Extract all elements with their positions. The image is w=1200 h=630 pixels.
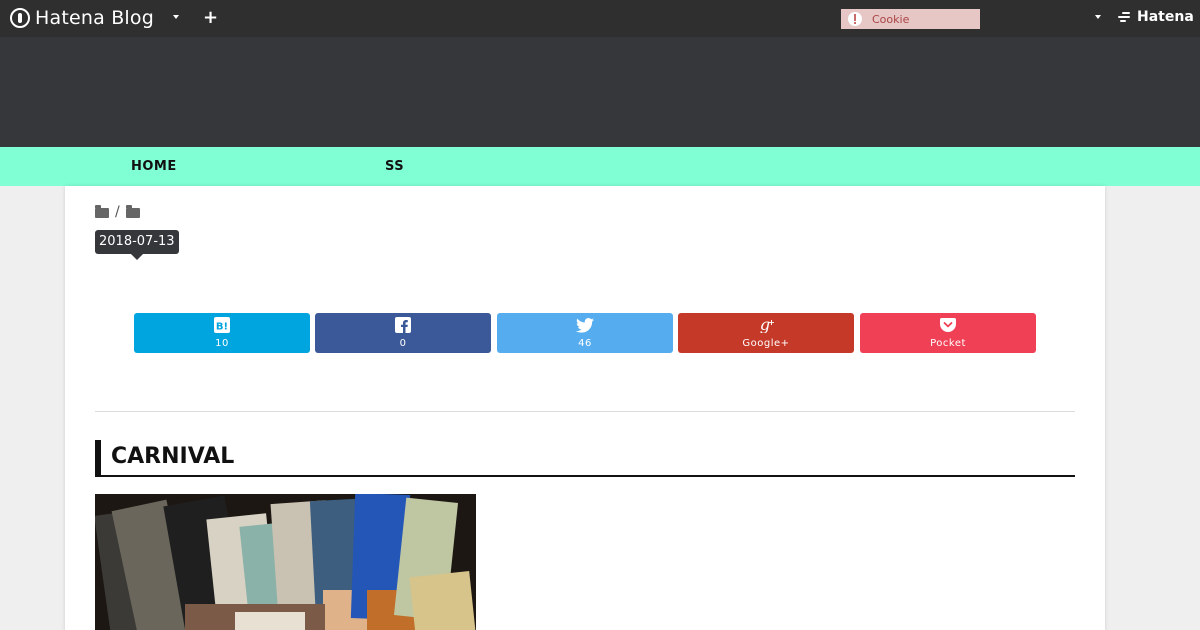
- hatena-bookmark-icon: B!: [134, 316, 310, 334]
- blog-menu-chevron-down-icon[interactable]: [173, 15, 179, 19]
- share-button-twitter[interactable]: 46: [497, 313, 673, 353]
- plus-icon[interactable]: +: [203, 5, 218, 31]
- share-button-pocket[interactable]: Pocket: [860, 313, 1036, 353]
- entry-card: / 2018-07-13 B! 10 0 46 g + Google+ Pocke…: [65, 186, 1105, 630]
- share-count: 0: [399, 338, 407, 349]
- hatena-icon: [1118, 11, 1134, 23]
- share-label: Pocket: [930, 338, 966, 349]
- share-button-hatena-bookmark[interactable]: B! 10: [134, 313, 310, 353]
- user-menu-chevron-down-icon[interactable]: [1095, 15, 1101, 19]
- nav-item-ss[interactable]: SS: [385, 159, 404, 174]
- category-breadcrumb: /: [95, 204, 140, 220]
- pocket-icon: [860, 316, 1036, 334]
- divider: [95, 411, 1075, 412]
- share-button-google-plus[interactable]: g + Google+: [678, 313, 854, 353]
- nav-item-home[interactable]: HOME: [131, 159, 177, 174]
- blog-header: [0, 37, 1200, 147]
- entry-title[interactable]: CARNIVAL: [95, 440, 1075, 477]
- folder-icon[interactable]: [125, 205, 140, 218]
- hatena-topbar: Hatena Blog + Cookie Hatena: [0, 0, 1200, 37]
- alert-icon: [848, 12, 862, 26]
- share-count: 10: [215, 338, 229, 349]
- hatena-blog-icon: [10, 8, 30, 28]
- cookie-label: Cookie: [872, 12, 910, 26]
- global-nav: HOME SS: [0, 147, 1200, 186]
- hatena-label: Hatena: [1137, 9, 1194, 25]
- cookie-notice[interactable]: Cookie: [841, 9, 980, 29]
- google-plus-icon: g +: [678, 316, 854, 334]
- svg-text:+: +: [768, 318, 775, 327]
- svg-text:B!: B!: [216, 322, 228, 333]
- brand-name: Hatena Blog: [35, 7, 154, 29]
- share-count: 46: [578, 338, 592, 349]
- share-button-facebook[interactable]: 0: [315, 313, 491, 353]
- twitter-icon: [497, 316, 673, 334]
- facebook-icon: [315, 316, 491, 334]
- entry-image: [95, 494, 476, 630]
- hatena-blog-logo-link[interactable]: Hatena Blog: [10, 7, 154, 29]
- entry-date[interactable]: 2018-07-13: [95, 230, 179, 260]
- share-label: Google+: [742, 338, 790, 349]
- hatena-logo-link[interactable]: Hatena: [1118, 9, 1194, 25]
- breadcrumb-separator: /: [115, 204, 120, 220]
- folder-icon[interactable]: [95, 205, 109, 218]
